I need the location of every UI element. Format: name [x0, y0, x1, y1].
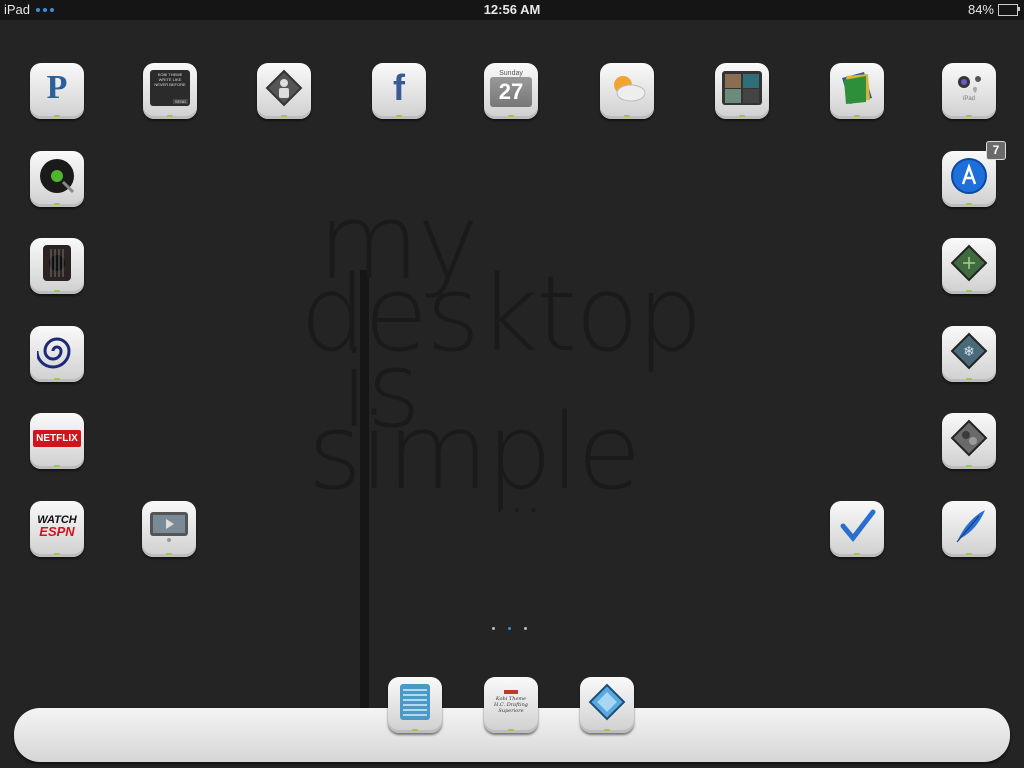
dock-app-diamond[interactable]: [580, 677, 634, 733]
app-camo[interactable]: [942, 413, 996, 469]
blue-diamond-icon: [580, 677, 634, 727]
dock-app-handwriting[interactable]: Kobi Theme H.C. Drafting Superiore: [484, 677, 538, 733]
status-right: 84%: [967, 2, 1020, 17]
espn-icon: WATCH ESPN: [37, 514, 77, 539]
app-tasks[interactable]: [830, 501, 884, 557]
person-sign-icon: [257, 63, 311, 113]
calendar-icon: Sunday 27: [484, 63, 538, 113]
checkmark-icon: [830, 501, 884, 551]
photos-stack-icon: [830, 63, 884, 113]
app-photo-booth[interactable]: [715, 63, 769, 119]
app-calendar[interactable]: Sunday 27: [484, 63, 538, 119]
battery-icon: [998, 3, 1020, 16]
app-weather[interactable]: [600, 63, 654, 119]
app-facebook[interactable]: f: [372, 63, 426, 119]
camera-ipad-icon: iPad: [942, 63, 996, 113]
handwriting-note-icon: Kobi Theme H.C. Drafting Superiore: [484, 677, 538, 727]
time-warner-icon: [30, 326, 84, 376]
app-contacts[interactable]: [257, 63, 311, 119]
app-watch-espn[interactable]: WATCH ESPN: [30, 501, 84, 557]
weather-sun-cloud-icon: [600, 63, 654, 113]
app-netflix[interactable]: NETFLIX: [30, 413, 84, 469]
guitar-icon: [30, 238, 84, 288]
facebook-icon: f: [393, 67, 405, 108]
wallpaper-text-ellipsis: ...: [490, 457, 543, 527]
vinyl-record-icon: [30, 151, 84, 201]
page-dot-1[interactable]: [492, 627, 495, 630]
tv-play-icon: [142, 501, 196, 551]
lined-list-icon: [388, 677, 442, 727]
svg-text:❄: ❄: [963, 343, 975, 359]
pandora-icon: P: [46, 69, 68, 106]
app-photos-stack[interactable]: [830, 63, 884, 119]
app-store-badge: 7: [986, 141, 1006, 160]
app-music[interactable]: [30, 151, 84, 207]
page-indicator[interactable]: [492, 627, 527, 630]
status-time: 12:56 AM: [483, 2, 541, 17]
snowflake-diamond-icon: ❄: [942, 326, 996, 376]
app-video[interactable]: [142, 501, 196, 557]
app-ipad-camera[interactable]: iPad: [942, 63, 996, 119]
camo-diamond-icon: [942, 413, 996, 463]
app-guitar[interactable]: [30, 238, 84, 294]
netflix-icon: NETFLIX: [30, 413, 84, 463]
app-snowflake[interactable]: ❄: [942, 326, 996, 382]
app-time-warner[interactable]: [30, 326, 84, 382]
photo-booth-icon: [715, 63, 769, 113]
dock-app-lined-list[interactable]: [388, 677, 442, 733]
wallpaper-text-simple: simple: [308, 391, 641, 513]
status-bar: iPad 12:56 AM 84%: [0, 0, 1024, 20]
page-dot-3[interactable]: [524, 627, 527, 630]
circuit-diamond-icon: [942, 238, 996, 288]
app-quill[interactable]: [942, 501, 996, 557]
note-icon: KOBI THEME WRITE LIKE NEVER BEFORE SEND: [143, 63, 197, 113]
page-dot-2[interactable]: [508, 627, 511, 630]
app-write-note[interactable]: KOBI THEME WRITE LIKE NEVER BEFORE SEND: [143, 63, 197, 119]
quill-icon: [942, 501, 996, 551]
battery-percent: 84%: [967, 2, 994, 17]
app-circuit[interactable]: [942, 238, 996, 294]
app-pandora[interactable]: P: [30, 63, 84, 119]
